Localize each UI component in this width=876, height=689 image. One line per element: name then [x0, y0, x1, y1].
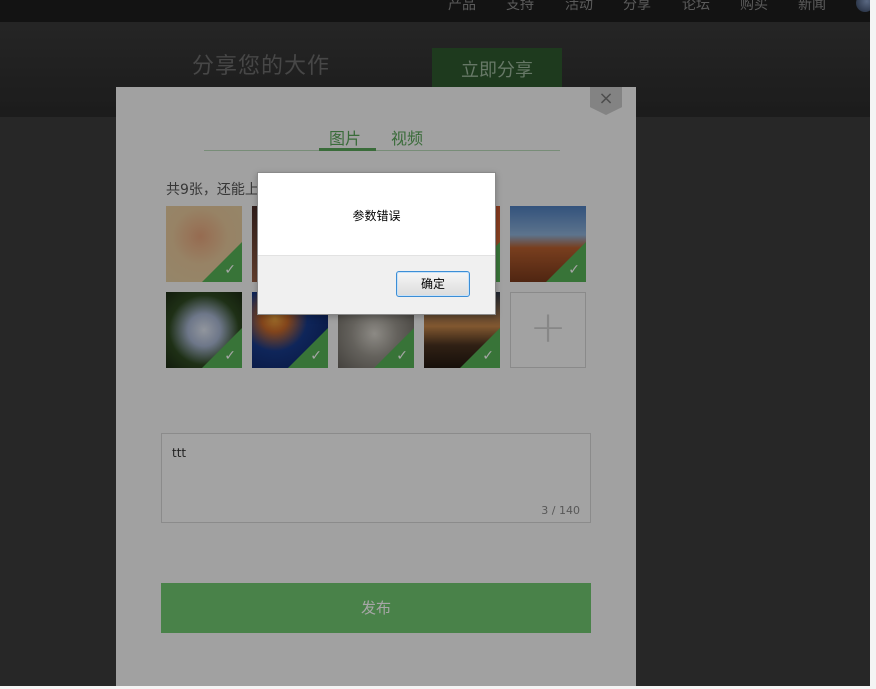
alert-footer: 确定 — [258, 255, 495, 314]
modal-overlay — [0, 0, 870, 686]
alert-dialog: 参数错误 确定 — [257, 172, 496, 315]
window-edge — [870, 0, 876, 689]
ok-button[interactable]: 确定 — [396, 271, 470, 297]
alert-message: 参数错误 — [352, 209, 401, 223]
